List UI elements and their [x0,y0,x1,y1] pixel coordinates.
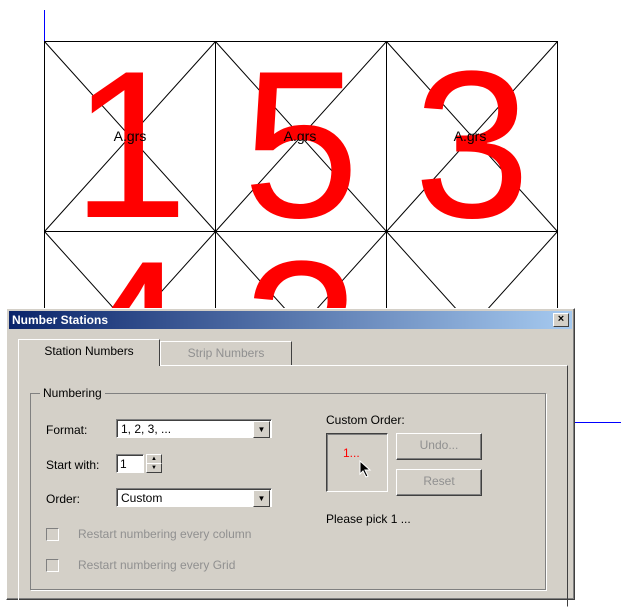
close-icon: × [557,313,565,325]
format-label: Format: [46,423,88,437]
dialog-titlebar[interactable]: Number Stations × [9,311,572,329]
order-value: Custom [121,491,163,505]
order-combo[interactable]: Custom ▼ [116,488,272,507]
restart-column-label: Restart numbering every column [78,527,252,541]
format-combo[interactable]: 1, 2, 3, ... ▼ [116,419,272,438]
restart-grid-label: Restart numbering every Grid [78,558,236,572]
cursor-arrow-icon [359,460,372,478]
start-with-input[interactable]: 1 [116,454,144,473]
custom-order-pick-box[interactable]: 1... [326,433,388,492]
undo-button[interactable]: Undo... [396,433,482,460]
order-label: Order: [46,492,81,506]
tab-strip-numbers[interactable]: Strip Numbers [160,341,292,365]
chevron-down-icon[interactable]: ▼ [253,421,270,438]
format-value: 1, 2, 3, ... [121,422,172,436]
tab-strip-numbers-label: Strip Numbers [187,346,265,360]
cell-label-3: A.grs [453,128,487,144]
cell-label-2: A.grs [283,128,317,144]
close-button[interactable]: × [553,313,569,327]
tab-station-numbers-label: Station Numbers [44,344,134,358]
numbering-group-title: Numbering [40,386,105,400]
cell-label-1: A.grs [113,128,147,144]
spin-down-icon[interactable]: ▼ [146,463,162,473]
pick-value: 1... [343,446,360,460]
status-text: Please pick 1 ... [326,512,411,526]
custom-order-label: Custom Order: [326,413,405,427]
start-with-label: Start with: [46,458,100,472]
restart-column-checkbox[interactable] [46,528,59,541]
restart-grid-checkbox[interactable] [46,559,59,572]
station-number-3: 3 [413,27,531,262]
reset-button[interactable]: Reset [396,469,482,496]
tab-station-numbers[interactable]: Station Numbers [18,339,160,366]
chevron-down-icon[interactable]: ▼ [253,490,270,507]
dialog-title: Number Stations [12,313,109,327]
